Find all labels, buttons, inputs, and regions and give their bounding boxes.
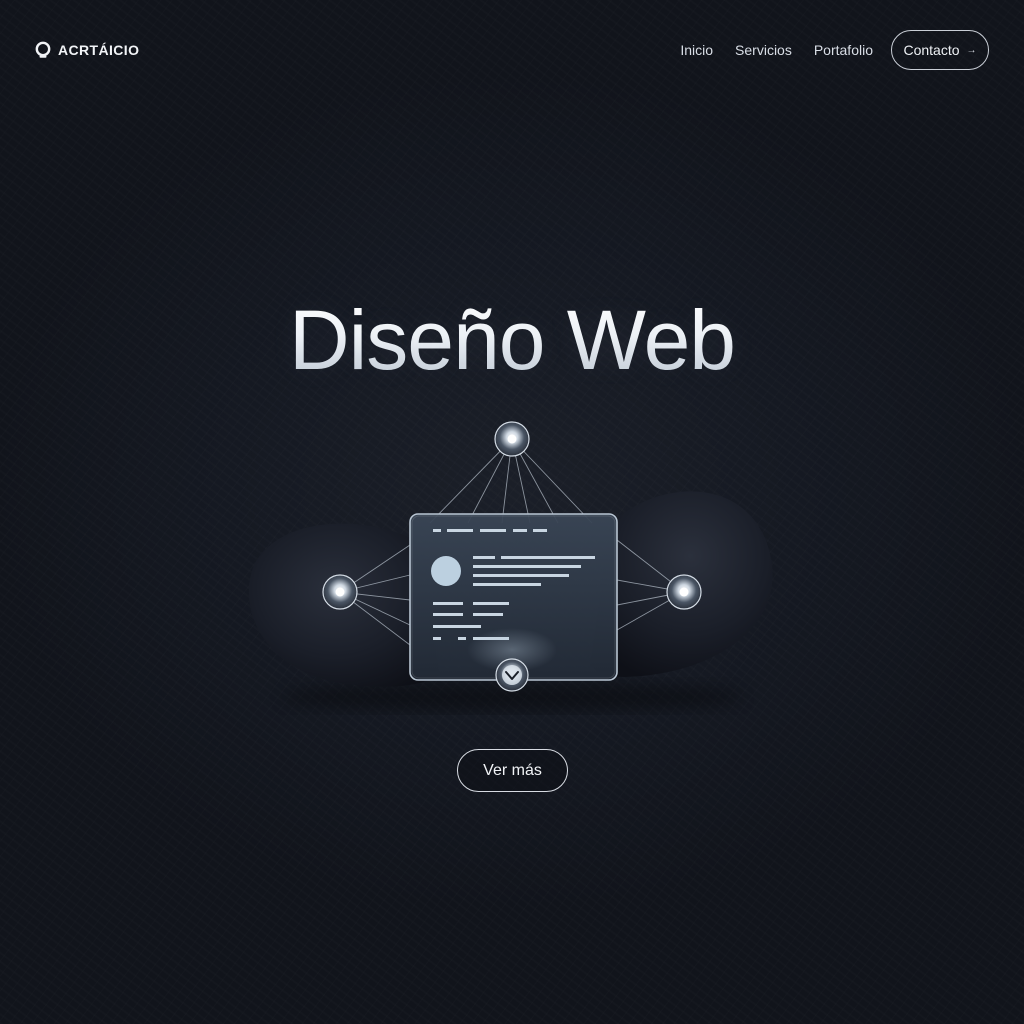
brand-name: ACRTÁICIO — [58, 42, 140, 58]
main-nav: Inicio Servicios Portafolio Contacto → — [680, 30, 989, 70]
right-node — [666, 574, 702, 610]
ring-logo-icon — [34, 41, 52, 59]
left-node — [322, 574, 358, 610]
contact-button[interactable]: Contacto → — [891, 30, 989, 70]
nav-link-portafolio[interactable]: Portafolio — [814, 42, 873, 58]
site-header: ACRTÁICIO Inicio Servicios Portafolio Co… — [34, 29, 989, 71]
web-design-network-icon — [240, 415, 784, 715]
browser-window-icon — [409, 513, 618, 681]
bottom-chevron-node — [495, 658, 529, 692]
hero-title: Diseño Web — [0, 292, 1024, 389]
top-node — [494, 421, 530, 457]
nav-link-servicios[interactable]: Servicios — [735, 42, 792, 58]
contact-button-label: Contacto — [903, 42, 960, 58]
arrow-right-icon: → — [966, 44, 977, 56]
nav-link-inicio[interactable]: Inicio — [680, 42, 713, 58]
brand-logo[interactable]: ACRTÁICIO — [34, 41, 139, 59]
ver-mas-button[interactable]: Ver más — [457, 749, 568, 792]
